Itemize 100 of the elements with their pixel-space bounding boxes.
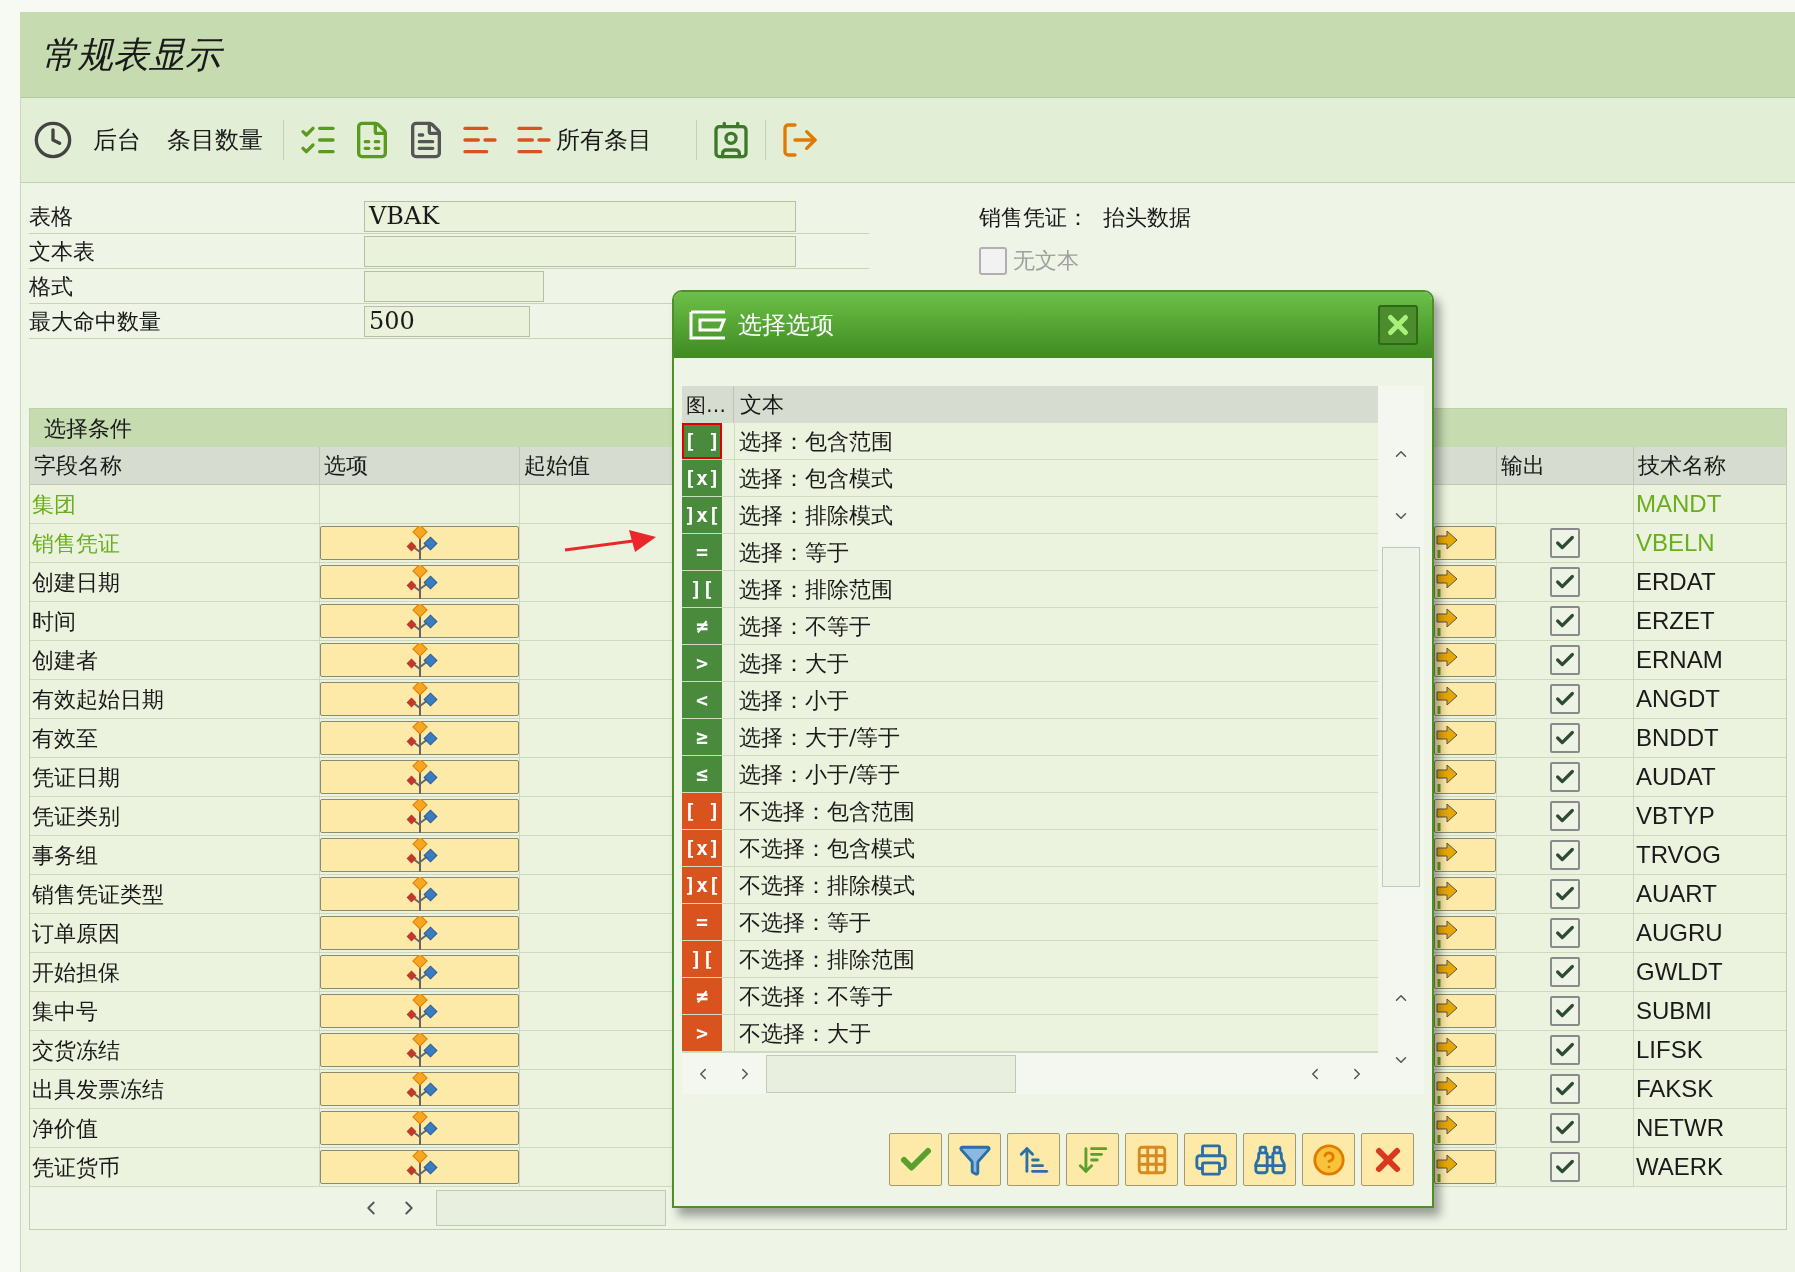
option-button[interactable]	[320, 955, 519, 989]
more-button[interactable]	[1434, 1033, 1496, 1067]
arrow-icon	[1435, 723, 1459, 753]
toolbar-button[interactable]: 后台	[87, 122, 147, 158]
more-button[interactable]	[1434, 565, 1496, 599]
input-field[interactable]: 500	[364, 305, 530, 337]
arrow-icon	[1435, 879, 1459, 909]
tech-name: ERZET	[1635, 606, 1716, 636]
sort-descending-button[interactable]	[1066, 1133, 1119, 1186]
more-button[interactable]	[1434, 526, 1496, 560]
cancel-button[interactable]	[1361, 1133, 1414, 1186]
option-button[interactable]	[320, 604, 519, 638]
output-checkbox[interactable]	[1550, 918, 1580, 948]
operator-cell[interactable]: ≠	[682, 608, 722, 644]
operator-cell[interactable]: >	[682, 645, 722, 681]
output-checkbox[interactable]	[1550, 1113, 1580, 1143]
output-checkbox[interactable]	[1550, 645, 1580, 675]
option-button[interactable]	[320, 1111, 519, 1145]
person-card-icon[interactable]	[711, 120, 751, 160]
tech-name: AUART	[1635, 879, 1718, 909]
option-button[interactable]	[320, 565, 519, 599]
option-button[interactable]	[320, 526, 519, 560]
operator-cell[interactable]: [x]	[682, 830, 722, 866]
output-checkbox[interactable]	[1550, 606, 1580, 636]
column-header: 选项	[320, 447, 520, 484]
operator-cell[interactable]: ]x[	[682, 867, 722, 903]
operator-cell[interactable]: ]x[	[682, 497, 722, 533]
arrow-icon	[1435, 1113, 1459, 1143]
operator-cell[interactable]: ][	[682, 941, 722, 977]
more-button[interactable]	[1434, 682, 1496, 716]
more-button[interactable]	[1434, 799, 1496, 833]
print-button[interactable]	[1184, 1133, 1237, 1186]
output-checkbox[interactable]	[1550, 723, 1580, 753]
output-checkbox[interactable]	[1550, 996, 1580, 1026]
operator-cell[interactable]: ≤	[682, 756, 722, 792]
input-field[interactable]	[364, 270, 544, 302]
output-checkbox[interactable]	[1550, 957, 1580, 987]
arrow-icon	[1435, 684, 1459, 714]
more-button[interactable]	[1434, 604, 1496, 638]
output-checkbox[interactable]	[1550, 684, 1580, 714]
option-button[interactable]	[320, 916, 519, 950]
sort-ascending-button[interactable]	[1007, 1133, 1060, 1186]
arrow-icon	[1435, 957, 1459, 987]
operator-cell[interactable]: [ ]	[682, 793, 722, 829]
output-checkbox[interactable]	[1550, 528, 1580, 558]
output-checkbox[interactable]	[1550, 1152, 1580, 1182]
operator-cell[interactable]: ≥	[682, 719, 722, 755]
column-header: 文本	[739, 391, 785, 419]
more-button[interactable]	[1434, 877, 1496, 911]
more-button[interactable]	[1434, 838, 1496, 872]
close-button[interactable]	[1378, 305, 1418, 345]
option-button[interactable]	[320, 760, 519, 794]
operator-cell[interactable]: ][	[682, 571, 722, 607]
operator-cell[interactable]: =	[682, 534, 722, 570]
option-button[interactable]	[320, 682, 519, 716]
filter-button[interactable]	[948, 1133, 1001, 1186]
operator-cell[interactable]: >	[682, 1015, 722, 1051]
more-button[interactable]	[1434, 643, 1496, 677]
more-button[interactable]	[1434, 994, 1496, 1028]
option-button[interactable]	[320, 1072, 519, 1106]
output-checkbox[interactable]	[1550, 1035, 1580, 1065]
more-button[interactable]	[1434, 916, 1496, 950]
more-button[interactable]	[1434, 1150, 1496, 1184]
scrollbar-thumb[interactable]	[1382, 547, 1420, 887]
output-checkbox[interactable]	[1550, 801, 1580, 831]
operator-cell[interactable]: =	[682, 904, 722, 940]
output-checkbox[interactable]	[1550, 879, 1580, 909]
scrollbar-thumb[interactable]	[436, 1190, 666, 1226]
operator-cell[interactable]: <	[682, 682, 722, 718]
option-button[interactable]	[320, 1150, 519, 1184]
more-button[interactable]	[1434, 1072, 1496, 1106]
scrollbar-thumb[interactable]	[766, 1054, 1016, 1093]
operator-cell[interactable]: ≠	[682, 978, 722, 1014]
option-button[interactable]	[320, 1033, 519, 1067]
more-button[interactable]	[1434, 955, 1496, 989]
tech-name: VBELN	[1635, 528, 1716, 558]
output-checkbox[interactable]	[1550, 840, 1580, 870]
output-checkbox[interactable]	[1550, 762, 1580, 792]
confirm-button[interactable]	[889, 1133, 942, 1186]
option-button[interactable]	[320, 877, 519, 911]
input-field[interactable]: VBAK	[364, 200, 796, 232]
option-button[interactable]	[320, 994, 519, 1028]
clock-icon[interactable]	[33, 120, 73, 160]
more-button[interactable]	[1434, 760, 1496, 794]
input-field[interactable]	[364, 235, 796, 267]
option-button[interactable]	[320, 838, 519, 872]
output-checkbox[interactable]	[1550, 567, 1580, 597]
arrow-icon	[1435, 1152, 1459, 1182]
option-button[interactable]	[320, 799, 519, 833]
toolbar-button[interactable]: 条目数量	[161, 122, 269, 158]
option-button[interactable]	[320, 643, 519, 677]
field-label: 表格	[29, 202, 74, 231]
find-button[interactable]	[1243, 1133, 1296, 1186]
output-checkbox[interactable]	[1550, 1074, 1580, 1104]
option-button[interactable]	[320, 721, 519, 755]
operator-cell[interactable]: [ ]	[682, 423, 722, 459]
more-button[interactable]	[1434, 721, 1496, 755]
more-button[interactable]	[1434, 1111, 1496, 1145]
toolbar-button[interactable]: 所有条目	[556, 122, 652, 158]
operator-cell[interactable]: [x]	[682, 460, 722, 496]
